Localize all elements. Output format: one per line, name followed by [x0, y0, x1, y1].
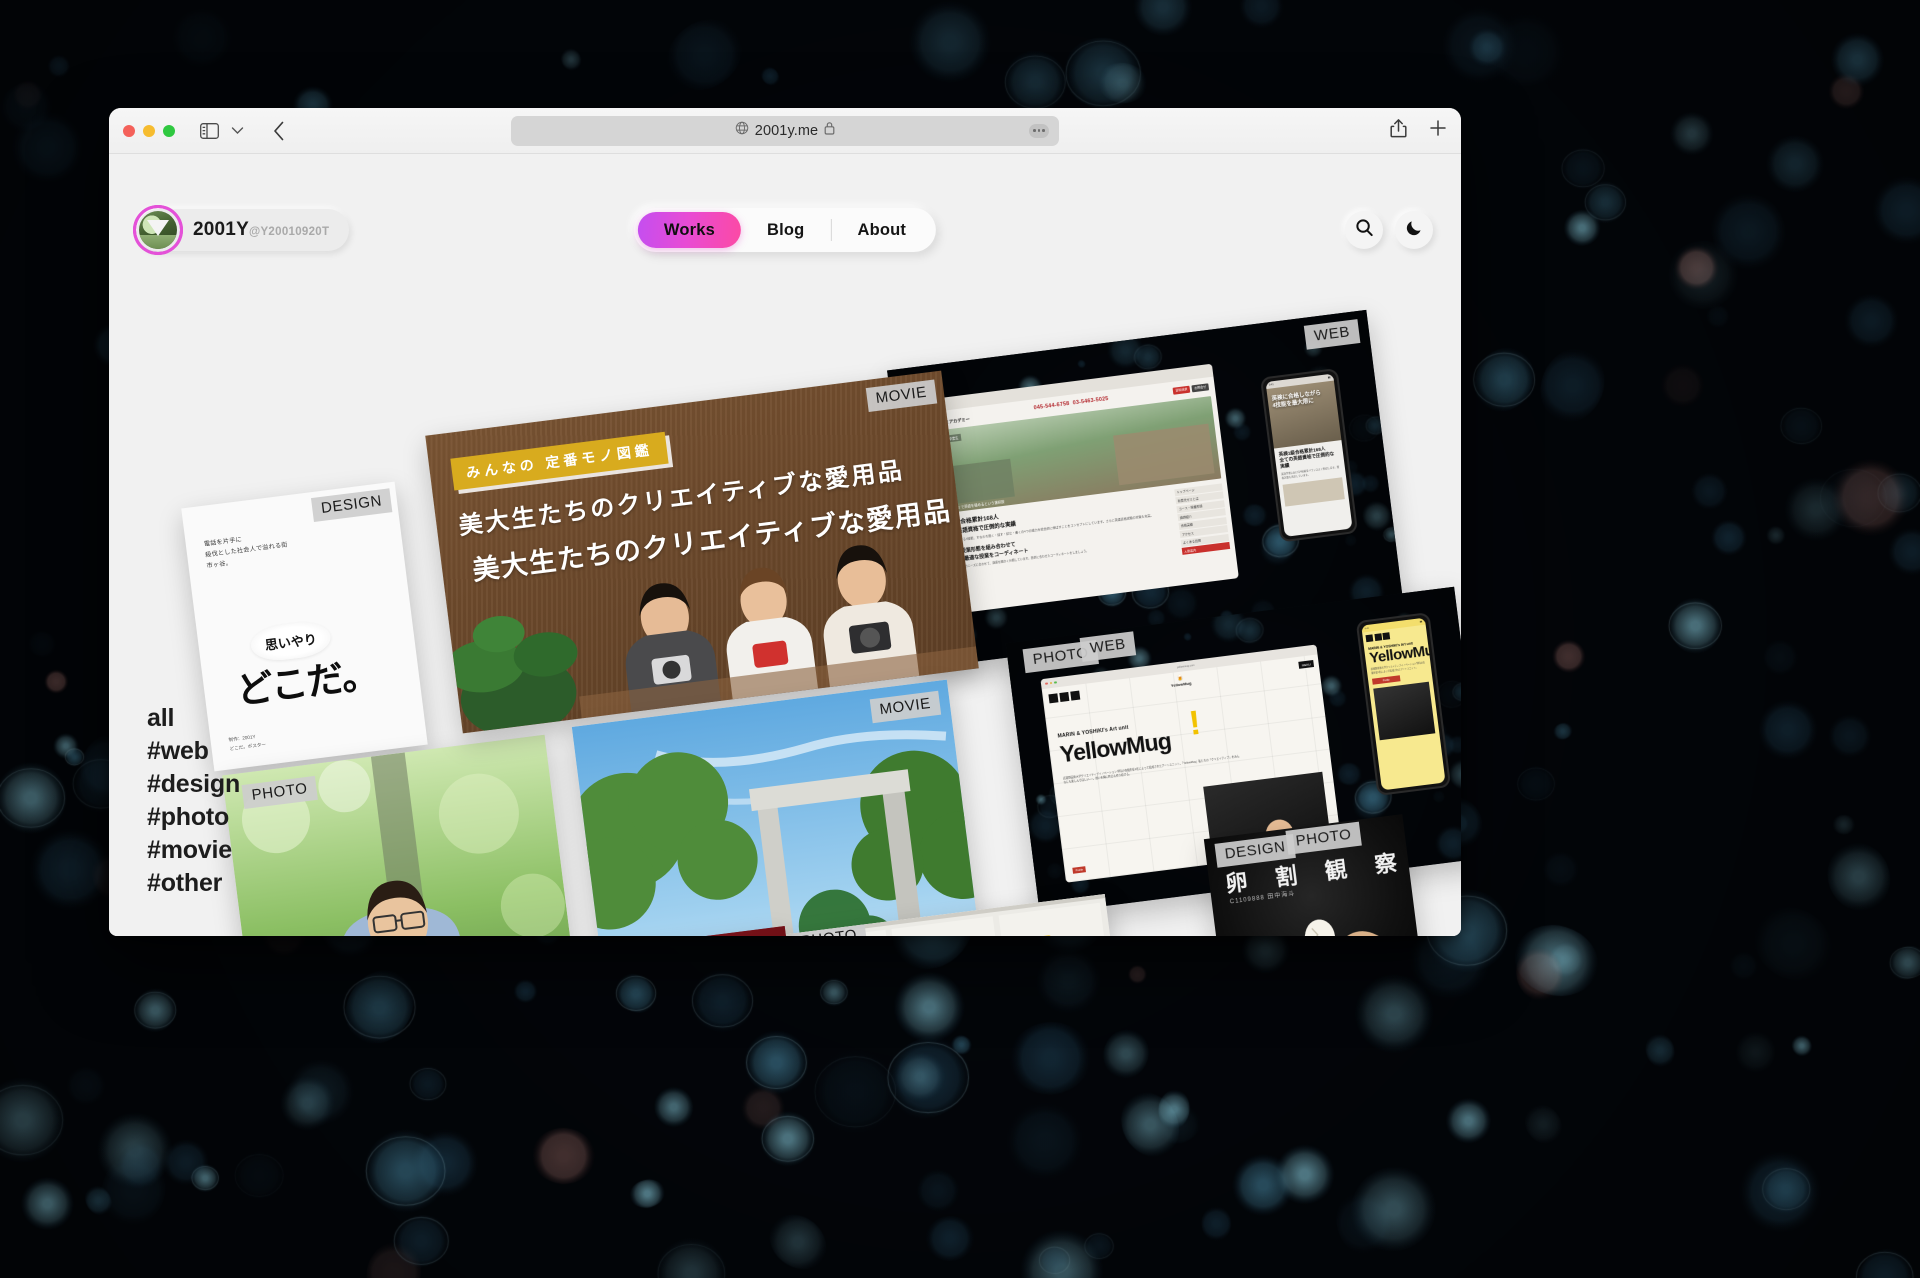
work-headline: どこだ。: [234, 653, 380, 712]
nav-item-about[interactable]: About: [831, 212, 932, 248]
back-button[interactable]: [267, 118, 291, 144]
address-bar[interactable]: 2001y.me: [511, 115, 1059, 146]
site-header: 2001Y @Y20010920T Works Blog About: [109, 200, 1461, 260]
nav-item-blog[interactable]: Blog: [741, 212, 830, 248]
globe-icon: [735, 121, 749, 140]
chevron-down-icon[interactable]: [225, 118, 249, 144]
filter-item-design[interactable]: #design: [147, 768, 240, 801]
moon-icon: [1405, 218, 1424, 242]
filter-item-web[interactable]: #web: [147, 735, 240, 768]
share-icon[interactable]: [1390, 118, 1407, 143]
work-card-photo-portrait[interactable]: PHOTO: [222, 734, 581, 936]
brand-name: 2001Y: [193, 219, 249, 240]
lock-icon: [824, 121, 835, 140]
sidebar-icon[interactable]: [197, 118, 221, 144]
work-caption: 電話を片手に 殺伐とした社会人で溢れる街 市ヶ谷。: [203, 536, 289, 570]
filter-item-movie[interactable]: #movie: [147, 834, 240, 867]
work-tag: DESIGN: [310, 488, 393, 523]
work-card-movie-teiban[interactable]: みんなの 定番モノ図鑑 美大生たちのクリエイティブな愛用品 美大生たちのクリエイ…: [425, 370, 979, 734]
url-text: 2001y.me: [754, 122, 819, 139]
ellipsis-icon[interactable]: [1029, 123, 1049, 138]
search-icon: [1355, 218, 1374, 242]
filter-item-photo[interactable]: #photo: [147, 801, 240, 834]
minimize-window-button[interactable]: [143, 124, 155, 137]
photo-illustration: #今しかできない冒険に出よう: [571, 679, 989, 936]
search-button[interactable]: [1345, 211, 1383, 249]
works-filter-list: all #web #design #photo #movie #other: [147, 702, 240, 900]
brand-text: 2001Y @Y20010920T: [193, 219, 329, 241]
browser-titlebar: 2001y.me: [109, 108, 1461, 154]
avatar: [136, 208, 180, 252]
photo-illustration: [222, 734, 581, 936]
main-navigation: Works Blog About: [633, 208, 937, 252]
webpage-viewport: DESIGN 電話を片手に 殺伐とした社会人で溢れる街 市ヶ谷。 思いやり どこだ。…: [109, 154, 1461, 936]
titlebar-actions: [1390, 118, 1447, 143]
plus-icon[interactable]: [1429, 119, 1447, 142]
zoom-window-button[interactable]: [163, 124, 175, 137]
brand-handle: @Y20010920T: [248, 226, 330, 238]
browser-window: 2001y.me DESIGN 電話を片手に 殺伐とした社会人で溢れる街 市ヶ谷…: [109, 108, 1461, 936]
work-card-photo-gate[interactable]: #今しかできない冒険に出よう MOVIE: [571, 679, 989, 936]
works-collage: DESIGN 電話を片手に 殺伐とした社会人で溢れる街 市ヶ谷。 思いやり どこだ。…: [109, 154, 1461, 936]
window-controls[interactable]: [123, 124, 175, 137]
nav-item-works[interactable]: Works: [637, 212, 742, 248]
dark-mode-toggle[interactable]: [1395, 211, 1433, 249]
header-actions: [1345, 211, 1433, 249]
filter-item-all[interactable]: all: [147, 702, 240, 735]
brand-logo[interactable]: 2001Y @Y20010920T: [136, 208, 350, 252]
filter-item-other[interactable]: #other: [147, 867, 240, 900]
close-window-button[interactable]: [123, 124, 135, 137]
